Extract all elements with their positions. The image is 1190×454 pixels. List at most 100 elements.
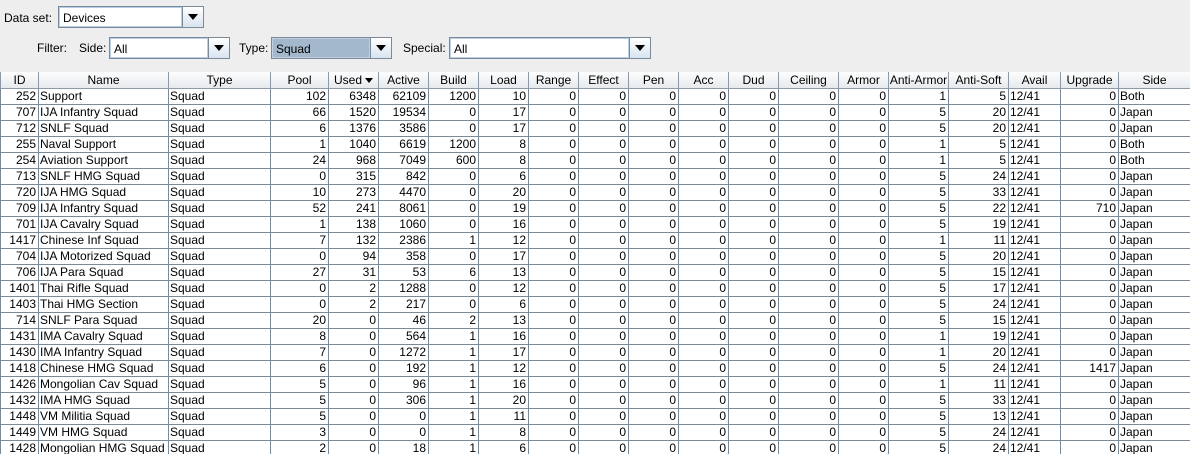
cell-active: 1060	[378, 216, 429, 233]
table-row[interactable]: 1432 IMA HMG Squad Squad 5 0 306 1 20 0 0 0 0 0 0 0 5 33…	[0, 392, 1190, 409]
cell-range: 0	[528, 120, 579, 137]
cell-pen: 0	[628, 216, 679, 233]
table-row[interactable]: 1448 VM Militia Squad Squad 5 0 0 1 11 0 0 0 0 0 0 0 5 1…	[0, 408, 1190, 425]
column-header-side[interactable]: Side	[1118, 72, 1190, 89]
cell-used: 94	[328, 248, 379, 265]
table-row[interactable]: 1418 Chinese HMG Squad Squad 6 0 192 1 12 0 0 0 0 0 0…	[0, 360, 1190, 377]
column-header-type[interactable]: Type	[168, 72, 271, 89]
column-header-avail[interactable]: Avail	[1008, 72, 1061, 89]
cell-pen: 0	[628, 344, 679, 361]
column-header-acc[interactable]: Acc	[678, 72, 729, 89]
column-header-upgrade[interactable]: Upgrade	[1060, 72, 1119, 89]
cell-effect: 0	[578, 376, 629, 393]
chevron-down-icon	[214, 45, 224, 51]
cell-name: Thai HMG Section	[38, 296, 169, 313]
cell-load: 16	[478, 376, 529, 393]
cell-avail: 12/41	[1008, 200, 1061, 217]
cell-dud: 0	[728, 440, 779, 454]
cell-avail: 12/41	[1008, 152, 1061, 169]
table-row[interactable]: 712 SNLF Squad Squad 6 1376 3586 0 17 0 0 0 0 0 0 0 5 20…	[0, 120, 1190, 137]
cell-pool: 27	[270, 264, 329, 281]
column-header-build[interactable]: Build	[428, 72, 479, 89]
cell-id: 709	[0, 200, 39, 217]
dataset-combo[interactable]: Devices	[58, 6, 204, 28]
table-row[interactable]: 1426 Mongolian Cav Squad Squad 5 0 96 1 16 0 0 0 0 0…	[0, 376, 1190, 393]
column-header-id[interactable]: ID	[0, 72, 39, 89]
table-row[interactable]: 706 IJA Para Squad Squad 27 31 53 6 13 0 0 0 0 0 0 0 5 1…	[0, 264, 1190, 281]
special-dropdown-button[interactable]	[629, 38, 650, 58]
column-header-anti-soft[interactable]: Anti-Soft	[948, 72, 1009, 89]
cell-pool: 52	[270, 200, 329, 217]
devices-table[interactable]: ID Name Type Pool Used Active Build Load Range Ef…	[0, 72, 1190, 454]
table-row[interactable]: 709 IJA Infantry Squad Squad 52 241 8061 0 19 0 0…	[0, 200, 1190, 217]
cell-load: 11	[478, 408, 529, 425]
column-header-anti-armor[interactable]: Anti-Armor	[888, 72, 949, 89]
cell-acc: 0	[678, 344, 729, 361]
cell-id: 1449	[0, 424, 39, 441]
table-row[interactable]: 1401 Thai Rifle Squad Squad 0 2 1288 0 12 0 0 0 0 0 0…	[0, 280, 1190, 297]
cell-anti-soft: 24	[948, 360, 1009, 377]
cell-avail: 12/41	[1008, 296, 1061, 313]
table-row[interactable]: 1449 VM HMG Squad Squad 3 0 0 1 8 0 0 0 0 0 0 0 5 24 12/4…	[0, 424, 1190, 441]
cell-anti-soft: 15	[948, 312, 1009, 329]
table-row[interactable]: 1428 Mongolian HMG Squad Squad 2 0 18 1 6 0 0 0 0 0 0…	[0, 440, 1190, 454]
table-row[interactable]: 1403 Thai HMG Section Squad 0 2 217 0 6 0 0 0 0 0 0 0 5…	[0, 296, 1190, 313]
cell-type: Squad	[168, 152, 271, 169]
cell-side: Japan	[1118, 184, 1190, 201]
column-header-ceiling[interactable]: Ceiling	[778, 72, 839, 89]
cell-effect: 0	[578, 264, 629, 281]
type-dropdown-button[interactable]	[370, 38, 391, 58]
cell-ceiling: 0	[778, 136, 839, 153]
column-header-name[interactable]: Name	[38, 72, 169, 89]
table-row[interactable]: 252 Support Squad 102 6348 62109 1200 10 0 0 0 0 0 0 0…	[0, 88, 1190, 105]
cell-dud: 0	[728, 88, 779, 105]
cell-build: 1	[428, 232, 479, 249]
table-row[interactable]: 720 IJA HMG Squad Squad 10 273 4470 0 20 0 0 0 0 0 0 0…	[0, 184, 1190, 201]
table-row[interactable]: 1431 IMA Cavalry Squad Squad 8 0 564 1 16 0 0 0 0 0 0…	[0, 328, 1190, 345]
cell-type: Squad	[168, 120, 271, 137]
special-combo[interactable]: All	[449, 37, 651, 59]
cell-pool: 2	[270, 440, 329, 454]
table-row[interactable]: 1430 IMA Infantry Squad Squad 7 0 1272 1 17 0 0 0 0…	[0, 344, 1190, 361]
side-dropdown-button[interactable]	[208, 38, 229, 58]
column-header-dud[interactable]: Dud	[728, 72, 779, 89]
type-combo[interactable]: Squad	[271, 37, 392, 59]
table-row[interactable]: 1417 Chinese Inf Squad Squad 7 132 2386 1 12 0 0 0…	[0, 232, 1190, 249]
column-header-used[interactable]: Used	[328, 72, 379, 89]
table-row[interactable]: 707 IJA Infantry Squad Squad 66 1520 19534 0 17…	[0, 104, 1190, 121]
table-row[interactable]: 255 Naval Support Squad 1 1040 6619 1200 8 0 0 0 0 0…	[0, 136, 1190, 153]
cell-acc: 0	[678, 328, 729, 345]
cell-anti-soft: 20	[948, 104, 1009, 121]
cell-type: Squad	[168, 392, 271, 409]
cell-pool: 3	[270, 424, 329, 441]
cell-type: Squad	[168, 296, 271, 313]
cell-range: 0	[528, 88, 579, 105]
column-header-pen[interactable]: Pen	[628, 72, 679, 89]
cell-upgrade: 0	[1060, 120, 1119, 137]
table-row[interactable]: 704 IJA Motorized Squad Squad 0 94 358 0 17 0 0 0 0…	[0, 248, 1190, 265]
cell-avail: 12/41	[1008, 120, 1061, 137]
cell-used: 6348	[328, 88, 379, 105]
side-combo[interactable]: All	[109, 37, 230, 59]
cell-avail: 12/41	[1008, 312, 1061, 329]
column-header-range[interactable]: Range	[528, 72, 579, 89]
cell-type: Squad	[168, 104, 271, 121]
cell-load: 13	[478, 312, 529, 329]
table-row[interactable]: 254 Aviation Support Squad 24 968 7049 600 8 0 0 0…	[0, 152, 1190, 169]
cell-ceiling: 0	[778, 344, 839, 361]
cell-effect: 0	[578, 104, 629, 121]
table-row[interactable]: 714 SNLF Para Squad Squad 20 0 46 2 13 0 0 0 0 0 0 0 5 1…	[0, 312, 1190, 329]
column-header-load[interactable]: Load	[478, 72, 529, 89]
column-header-armor[interactable]: Armor	[838, 72, 889, 89]
column-header-pool[interactable]: Pool	[270, 72, 329, 89]
cell-load: 6	[478, 168, 529, 185]
cell-name: IMA Infantry Squad	[38, 344, 169, 361]
dataset-dropdown-button[interactable]	[182, 7, 203, 27]
cell-active: 1272	[378, 344, 429, 361]
cell-build: 0	[428, 104, 479, 121]
table-row[interactable]: 701 IJA Cavalry Squad Squad 1 138 1060 0 16 0 0 0 0…	[0, 216, 1190, 233]
table-row[interactable]: 713 SNLF HMG Squad Squad 0 315 842 0 6 0 0 0 0 0 0 0 5 2…	[0, 168, 1190, 185]
column-header-active[interactable]: Active	[378, 72, 429, 89]
cell-acc: 0	[678, 216, 729, 233]
column-header-effect[interactable]: Effect	[578, 72, 629, 89]
